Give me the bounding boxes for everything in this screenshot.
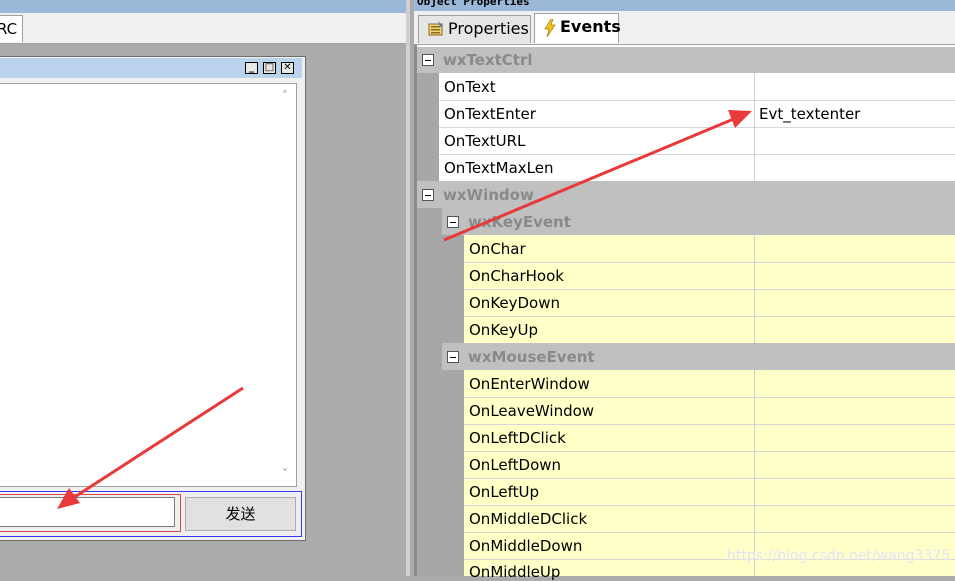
event-name[interactable]: OnLeaveWindow	[469, 402, 594, 420]
message-input[interactable]	[0, 497, 175, 527]
collapse-icon[interactable]	[447, 216, 459, 228]
event-name[interactable]: OnMiddleUp	[469, 563, 560, 581]
maximize-button[interactable]: □	[263, 62, 276, 74]
event-name[interactable]: OnKeyDown	[469, 294, 560, 312]
lightning-bolt-icon	[544, 14, 556, 45]
row-divider	[439, 154, 955, 155]
event-value-ontextenter[interactable]: Evt_textenter	[759, 105, 860, 123]
send-button[interactable]: 发送	[185, 497, 296, 531]
tab-events[interactable]: Events	[534, 13, 621, 45]
grid-left-border	[414, 45, 417, 576]
event-name[interactable]: OnLeftDown	[469, 456, 561, 474]
row-divider	[464, 397, 955, 398]
minimize-button[interactable]: _	[245, 62, 258, 74]
row-divider	[464, 262, 955, 263]
row-divider	[464, 532, 955, 533]
event-name[interactable]: OnTextEnter	[444, 105, 536, 123]
event-name[interactable]: OnKeyUp	[469, 321, 538, 339]
props-title: Object Properties	[417, 0, 530, 8]
event-name[interactable]: OnMiddleDown	[469, 537, 582, 555]
scroll-up-icon[interactable]: ˄	[279, 90, 291, 102]
event-name[interactable]: OnEnterWindow	[469, 375, 590, 393]
subcategory-label: wxMouseEvent	[468, 348, 595, 366]
properties-grid-icon	[428, 16, 444, 45]
collapse-icon[interactable]	[422, 54, 434, 66]
row-divider	[439, 100, 955, 101]
props-title-bar: Object Properties	[414, 0, 955, 11]
tab-events-label: Events	[560, 17, 621, 36]
column-divider	[754, 235, 755, 343]
row-divider	[464, 289, 955, 290]
chat-output-textarea[interactable]	[0, 83, 297, 487]
collapse-icon[interactable]	[422, 189, 434, 201]
column-divider	[754, 73, 755, 181]
row-divider	[464, 316, 955, 317]
panel-splitter[interactable]	[406, 0, 410, 576]
close-button[interactable]: ✕	[281, 62, 294, 74]
event-name[interactable]: OnCharHook	[469, 267, 564, 285]
vertical-scrollbar[interactable]	[275, 84, 295, 486]
category-label: wxTextCtrl	[443, 51, 533, 69]
grid-gutter	[417, 73, 439, 181]
row-divider	[439, 127, 955, 128]
category-label: wxWindow	[443, 186, 534, 204]
event-value-column	[755, 370, 955, 576]
watermark: https://blog.csdn.net/wang3375	[727, 548, 951, 564]
row-divider	[464, 505, 955, 506]
scroll-down-icon[interactable]: ˅	[279, 468, 291, 480]
tab-properties[interactable]: Properties	[418, 15, 531, 43]
event-name[interactable]: OnChar	[469, 240, 526, 258]
row-divider	[464, 451, 955, 452]
subcategory-label: wxKeyEvent	[468, 213, 571, 231]
tab-rc-label: RC	[0, 20, 18, 38]
event-name[interactable]: OnTextURL	[444, 132, 525, 150]
collapse-icon[interactable]	[447, 351, 459, 363]
event-name[interactable]: OnLeftDClick	[469, 429, 566, 447]
event-name[interactable]: OnText	[444, 78, 496, 96]
row-divider	[464, 424, 955, 425]
left-tab-bar	[0, 13, 410, 44]
grid-gutter	[417, 208, 464, 576]
event-name[interactable]: OnLeftUp	[469, 483, 539, 501]
tab-rc[interactable]: RC	[0, 15, 23, 42]
row-divider	[464, 478, 955, 479]
tab-properties-label: Properties	[448, 19, 529, 38]
event-name[interactable]: OnTextMaxLen	[444, 159, 554, 177]
column-divider	[754, 370, 755, 576]
event-name[interactable]: OnMiddleDClick	[469, 510, 587, 528]
left-title-strip	[0, 0, 410, 13]
